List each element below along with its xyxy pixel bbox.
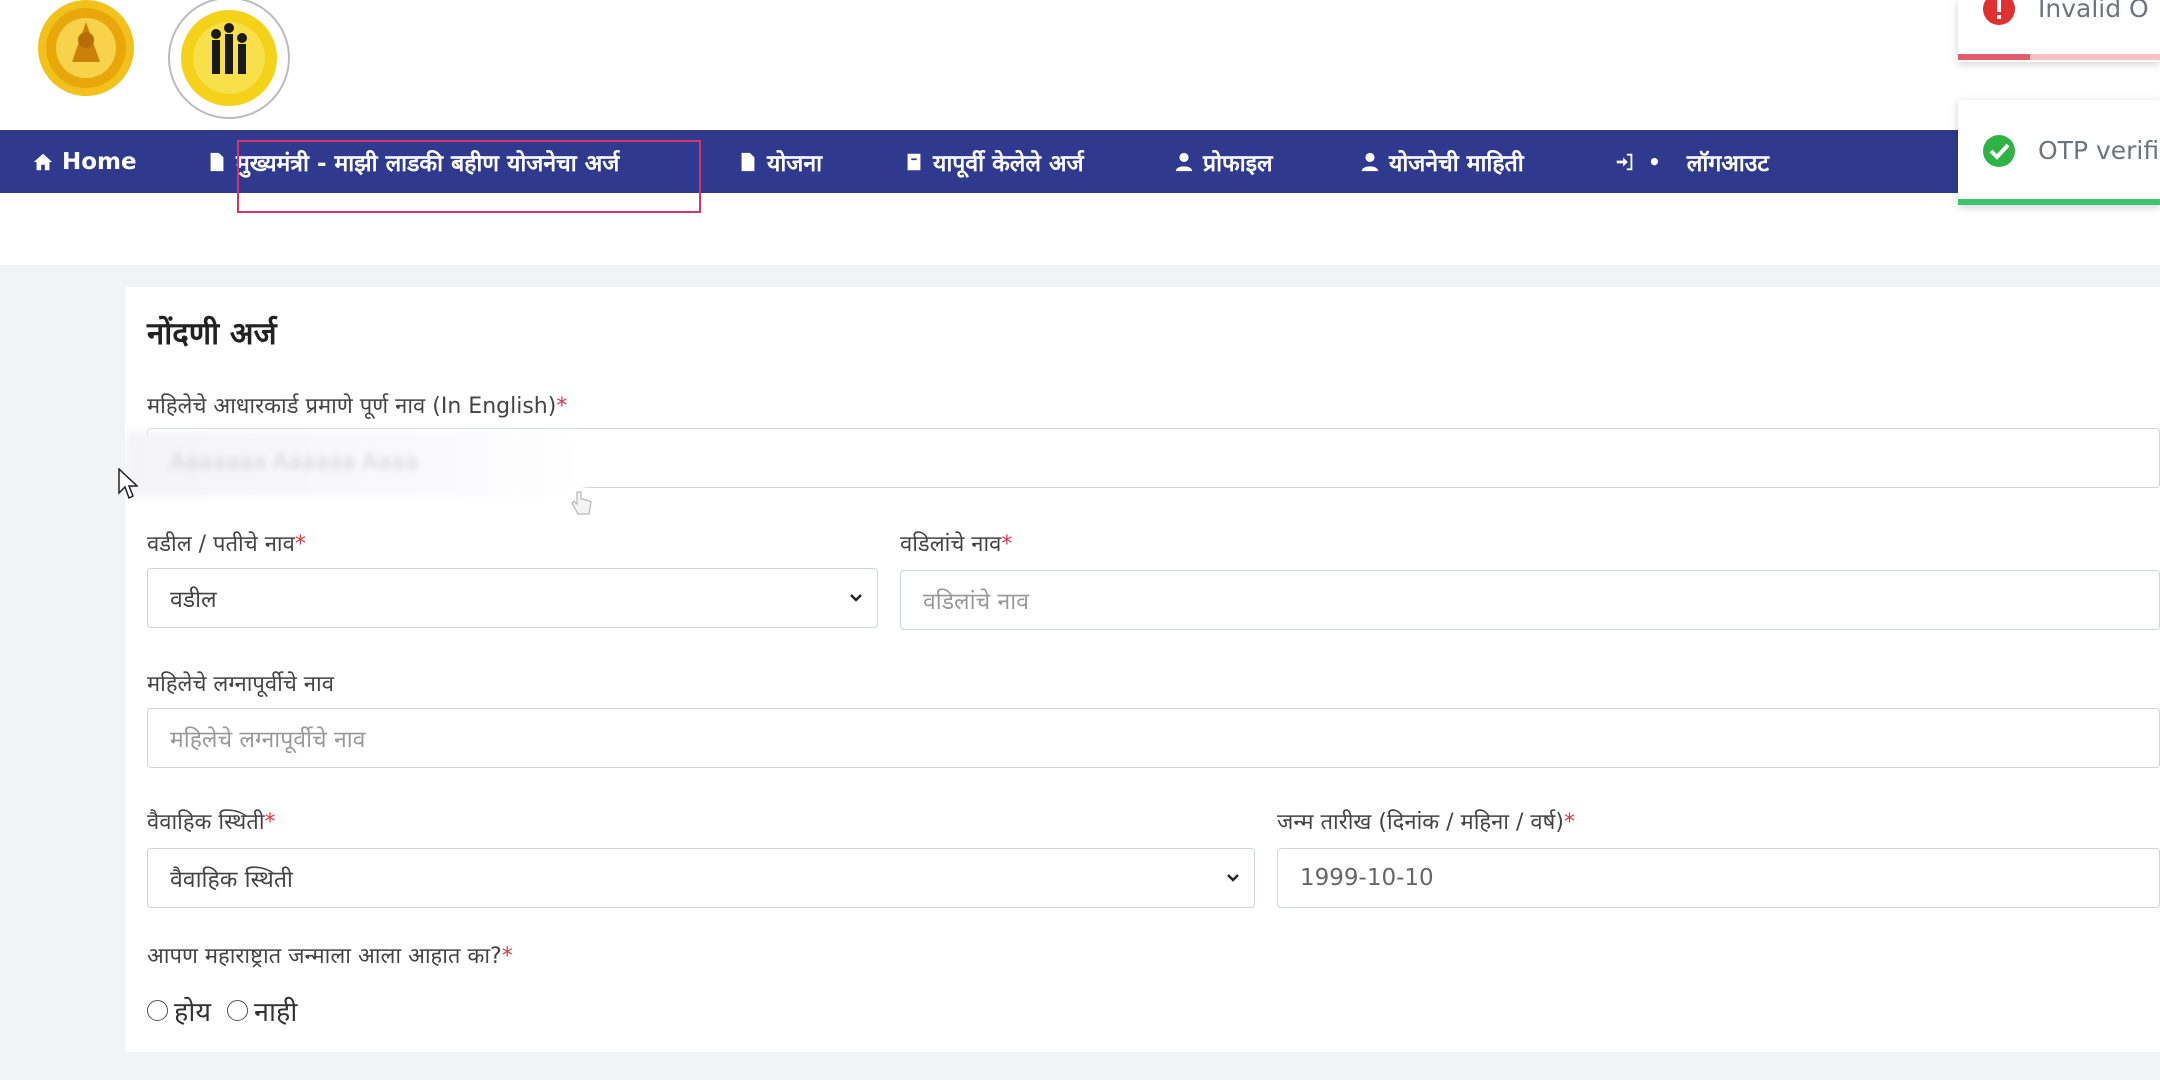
- maiden-name-input[interactable]: महिलेचे लग्नापूर्वीचे नाव: [147, 708, 2160, 768]
- marital-status-select[interactable]: वैवाहिक स्थिती: [147, 848, 1255, 908]
- father-husband-selected: वडील: [170, 587, 217, 613]
- father-name-input[interactable]: वडिलांचे नाव: [900, 570, 2160, 630]
- nav-yojana[interactable]: योजना: [737, 130, 822, 193]
- father-name-placeholder: वडिलांचे नाव: [923, 589, 1030, 615]
- required-mark: *: [501, 944, 513, 969]
- required-mark: *: [1001, 532, 1013, 557]
- father-name-label-text: वडिलांचे नाव: [900, 532, 1002, 557]
- document-icon: [210, 152, 224, 171]
- dob-label-text: जन्म तारीख (दिनांक / महिना / वर्ष): [1277, 810, 1564, 835]
- chevron-down-icon: [850, 594, 862, 602]
- father-husband-label: वडील / पतीचे नाव*: [147, 528, 306, 558]
- mouse-cursor-icon: [118, 468, 138, 500]
- dob-input[interactable]: 1999-10-10: [1277, 848, 2160, 908]
- nav-logout-label: लॉगआउट: [1686, 150, 1769, 177]
- marital-status-label-text: वैवाहिक स्थिती: [147, 810, 265, 835]
- user-icon: [1175, 152, 1193, 171]
- home-icon: [33, 153, 53, 170]
- radio-no[interactable]: [227, 1000, 248, 1021]
- nav-profile-label: प्रोफाइल: [1203, 150, 1273, 177]
- full-name-value: Aaaaaaa Aaaaaa Aaaa: [170, 450, 418, 475]
- nav-logout[interactable]: • लॉगआउट: [1614, 130, 1769, 193]
- error-icon: [1983, 0, 2015, 25]
- nav-previous-applications[interactable]: यापूर्वी केलेले अर्ज: [903, 130, 1084, 193]
- nav-home[interactable]: Home: [32, 130, 137, 193]
- form-title: नोंदणी अर्ज: [147, 316, 277, 352]
- chevron-down-icon: [1227, 874, 1239, 882]
- required-mark: *: [1563, 810, 1575, 835]
- nav-apply-label: मुख्यमंत्री - माझी लाडकी बहीण योजनेचा अर…: [236, 150, 620, 177]
- full-name-label: महिलेचे आधारकार्ड प्रमाणे पूर्ण नाव (In …: [147, 390, 567, 420]
- error-toast-progress: [1958, 54, 2030, 60]
- logout-icon: [1616, 153, 1633, 170]
- success-toast-progress: [1958, 199, 2160, 205]
- father-husband-label-text: वडील / पतीचे नाव: [147, 532, 295, 557]
- check-circle-icon: [1983, 135, 2015, 167]
- required-mark: *: [294, 532, 306, 557]
- maiden-name-label: महिलेचे लग्नापूर्वीचे नाव: [147, 672, 334, 697]
- site-header: [0, 0, 2160, 130]
- maharashtra-emblem-logo: [38, 0, 134, 96]
- radio-yes-label[interactable]: होय: [174, 992, 211, 1029]
- user-icon: [1361, 152, 1379, 171]
- error-toast-text: Invalid O: [2038, 0, 2149, 23]
- required-mark: *: [556, 394, 568, 419]
- radio-yes[interactable]: [147, 1000, 168, 1021]
- father-husband-select[interactable]: वडील: [147, 568, 878, 628]
- hand-cursor-icon: [571, 491, 592, 515]
- error-toast[interactable]: Invalid O: [1958, 0, 2160, 62]
- document-icon: [741, 152, 755, 171]
- marital-status-selected: वैवाहिक स्थिती: [170, 867, 293, 893]
- main-navbar: Home मुख्यमंत्री - माझी लाडकी बहीण योजने…: [0, 130, 1958, 193]
- success-toast-text: OTP verifi: [2038, 136, 2160, 165]
- nav-profile[interactable]: प्रोफाइल: [1173, 130, 1273, 193]
- success-toast[interactable]: OTP verifi: [1958, 100, 2160, 205]
- marital-status-label: वैवाहिक स्थिती*: [147, 806, 276, 836]
- full-name-label-text: महिलेचे आधारकार्ड प्रमाणे पूर्ण नाव (In …: [147, 394, 557, 419]
- radio-no-label[interactable]: नाही: [254, 992, 297, 1029]
- born-maharashtra-radio-group: होय नाही: [147, 992, 313, 1029]
- born-maharashtra-label-text: आपण महाराष्ट्रात जन्माला आला आहात का?: [147, 944, 502, 969]
- required-mark: *: [264, 810, 276, 835]
- nav-yojana-label: योजना: [767, 150, 823, 177]
- born-maharashtra-label: आपण महाराष्ट्रात जन्माला आला आहात का?*: [147, 940, 513, 970]
- father-name-label: वडिलांचे नाव*: [900, 528, 1012, 558]
- dob-value: 1999-10-10: [1300, 865, 1434, 891]
- women-child-development-logo: [168, 0, 290, 119]
- nav-scheme-info[interactable]: योजनेची माहिती: [1359, 130, 1524, 193]
- nav-apply-form[interactable]: मुख्यमंत्री - माझी लाडकी बहीण योजनेचा अर…: [206, 130, 619, 193]
- nav-previous-label: यापूर्वी केलेले अर्ज: [933, 150, 1084, 177]
- nav-info-label: योजनेची माहिती: [1389, 150, 1524, 177]
- nav-logout-dot: •: [1648, 149, 1661, 174]
- archive-icon: [907, 153, 921, 170]
- nav-home-label: Home: [62, 148, 137, 175]
- maiden-name-placeholder: महिलेचे लग्नापूर्वीचे नाव: [170, 727, 366, 753]
- dob-label: जन्म तारीख (दिनांक / महिना / वर्ष)*: [1277, 806, 1575, 836]
